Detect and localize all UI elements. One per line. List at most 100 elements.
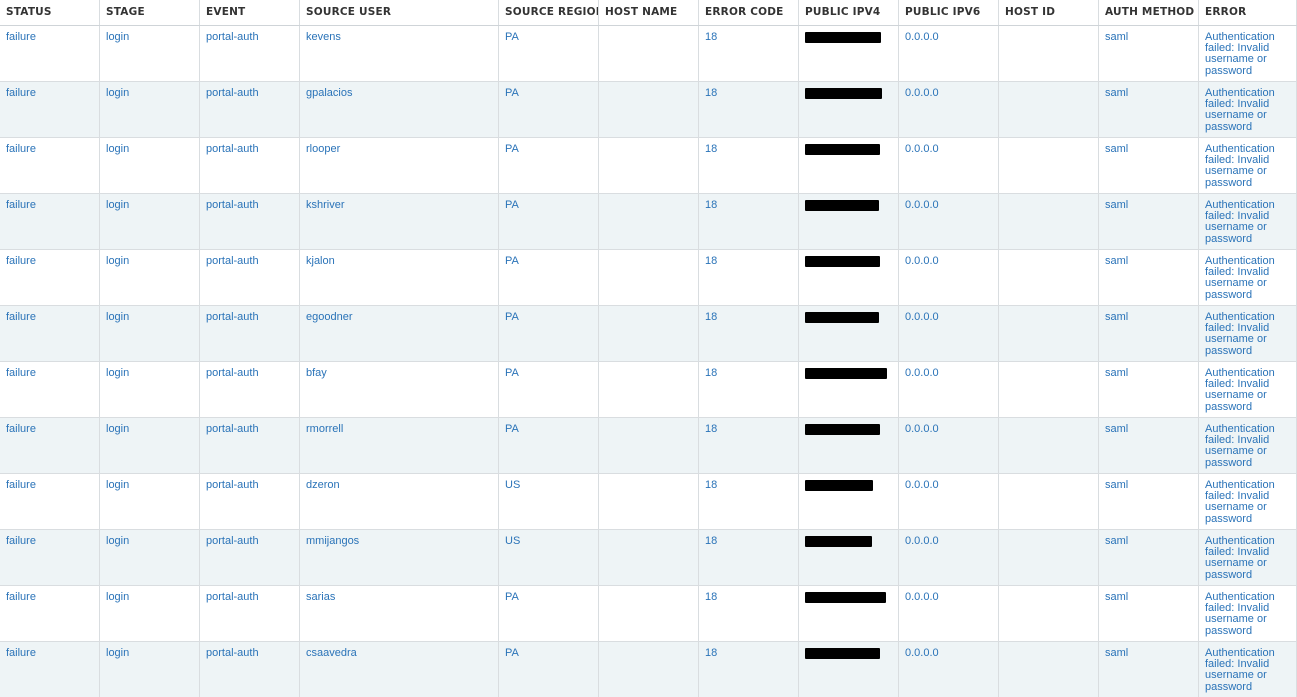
error-cell[interactable]: Authentication failed: Invalid username …: [1199, 530, 1297, 585]
source-region-cell[interactable]: US: [499, 530, 599, 585]
stage-cell[interactable]: login: [100, 250, 200, 305]
status-cell[interactable]: failure: [0, 418, 100, 473]
auth-method-column-header[interactable]: AUTH METHOD: [1099, 0, 1199, 25]
status-cell[interactable]: failure: [0, 642, 100, 697]
source-region-cell[interactable]: PA: [499, 250, 599, 305]
source-user-cell[interactable]: kjalon: [300, 250, 499, 305]
table-row[interactable]: failure login portal-auth dzeron US 18 0.0.0.0…: [0, 474, 1297, 530]
error-code-cell[interactable]: 18: [699, 306, 799, 361]
event-cell[interactable]: portal-auth: [200, 530, 300, 585]
stage-cell[interactable]: login: [100, 530, 200, 585]
error-code-cell[interactable]: 18: [699, 82, 799, 137]
event-cell[interactable]: portal-auth: [200, 418, 300, 473]
source-user-cell[interactable]: rmorrell: [300, 418, 499, 473]
status-cell[interactable]: failure: [0, 194, 100, 249]
public-ipv6-column-header[interactable]: PUBLIC IPV6: [899, 0, 999, 25]
status-cell[interactable]: failure: [0, 138, 100, 193]
auth-method-cell[interactable]: saml: [1099, 362, 1199, 417]
stage-cell[interactable]: login: [100, 26, 200, 81]
source-region-cell[interactable]: PA: [499, 26, 599, 81]
event-cell[interactable]: portal-auth: [200, 474, 300, 529]
source-user-cell[interactable]: kshriver: [300, 194, 499, 249]
status-cell[interactable]: failure: [0, 530, 100, 585]
status-column-header[interactable]: STATUS: [0, 0, 100, 25]
source-user-cell[interactable]: mmijangos: [300, 530, 499, 585]
source-user-cell[interactable]: csaavedra: [300, 642, 499, 697]
public-ipv6-cell[interactable]: 0.0.0.0: [899, 194, 999, 249]
public-ipv4-column-header[interactable]: PUBLIC IPV4: [799, 0, 899, 25]
table-row[interactable]: failure login portal-auth egoodner PA 18 0.0.0…: [0, 306, 1297, 362]
auth-method-cell[interactable]: saml: [1099, 474, 1199, 529]
auth-method-cell[interactable]: saml: [1099, 642, 1199, 697]
error-cell[interactable]: Authentication failed: Invalid username …: [1199, 250, 1297, 305]
table-row[interactable]: failure login portal-auth kjalon PA 18 0.0.0.0…: [0, 250, 1297, 306]
stage-cell[interactable]: login: [100, 138, 200, 193]
public-ipv6-cell[interactable]: 0.0.0.0: [899, 474, 999, 529]
source-user-cell[interactable]: egoodner: [300, 306, 499, 361]
table-row[interactable]: failure login portal-auth bfay PA 18 0.0.0.0 sa…: [0, 362, 1297, 418]
source-user-cell[interactable]: gpalacios: [300, 82, 499, 137]
table-row[interactable]: failure login portal-auth sarias PA 18 0.0.0.0…: [0, 586, 1297, 642]
auth-method-cell[interactable]: saml: [1099, 26, 1199, 81]
stage-cell[interactable]: login: [100, 586, 200, 641]
error-cell[interactable]: Authentication failed: Invalid username …: [1199, 642, 1297, 697]
source-user-cell[interactable]: kevens: [300, 26, 499, 81]
host-id-column-header[interactable]: HOST ID: [999, 0, 1099, 25]
error-cell[interactable]: Authentication failed: Invalid username …: [1199, 194, 1297, 249]
auth-method-cell[interactable]: saml: [1099, 530, 1199, 585]
source-user-column-header[interactable]: SOURCE USER: [300, 0, 499, 25]
error-code-cell[interactable]: 18: [699, 138, 799, 193]
auth-method-cell[interactable]: saml: [1099, 586, 1199, 641]
public-ipv6-cell[interactable]: 0.0.0.0: [899, 362, 999, 417]
error-cell[interactable]: Authentication failed: Invalid username …: [1199, 26, 1297, 81]
error-code-cell[interactable]: 18: [699, 642, 799, 697]
error-code-cell[interactable]: 18: [699, 362, 799, 417]
error-code-cell[interactable]: 18: [699, 530, 799, 585]
source-region-cell[interactable]: PA: [499, 418, 599, 473]
source-region-cell[interactable]: PA: [499, 586, 599, 641]
status-cell[interactable]: failure: [0, 26, 100, 81]
auth-method-cell[interactable]: saml: [1099, 82, 1199, 137]
public-ipv6-cell[interactable]: 0.0.0.0: [899, 82, 999, 137]
error-code-column-header[interactable]: ERROR CODE: [699, 0, 799, 25]
stage-cell[interactable]: login: [100, 194, 200, 249]
stage-cell[interactable]: login: [100, 418, 200, 473]
error-cell[interactable]: Authentication failed: Invalid username …: [1199, 586, 1297, 641]
public-ipv6-cell[interactable]: 0.0.0.0: [899, 26, 999, 81]
public-ipv6-cell[interactable]: 0.0.0.0: [899, 586, 999, 641]
auth-method-cell[interactable]: saml: [1099, 250, 1199, 305]
stage-column-header[interactable]: STAGE: [100, 0, 200, 25]
source-region-cell[interactable]: PA: [499, 82, 599, 137]
auth-method-cell[interactable]: saml: [1099, 194, 1199, 249]
error-code-cell[interactable]: 18: [699, 474, 799, 529]
error-cell[interactable]: Authentication failed: Invalid username …: [1199, 306, 1297, 361]
auth-method-cell[interactable]: saml: [1099, 138, 1199, 193]
source-region-column-header[interactable]: SOURCE REGION: [499, 0, 599, 25]
status-cell[interactable]: failure: [0, 362, 100, 417]
source-user-cell[interactable]: dzeron: [300, 474, 499, 529]
public-ipv6-cell[interactable]: 0.0.0.0: [899, 530, 999, 585]
error-cell[interactable]: Authentication failed: Invalid username …: [1199, 82, 1297, 137]
source-region-cell[interactable]: PA: [499, 642, 599, 697]
event-cell[interactable]: portal-auth: [200, 250, 300, 305]
error-column-header[interactable]: ERROR: [1199, 0, 1297, 25]
table-row[interactable]: failure login portal-auth rlooper PA 18 0.0.0.…: [0, 138, 1297, 194]
stage-cell[interactable]: login: [100, 362, 200, 417]
source-user-cell[interactable]: bfay: [300, 362, 499, 417]
auth-method-cell[interactable]: saml: [1099, 418, 1199, 473]
event-cell[interactable]: portal-auth: [200, 362, 300, 417]
public-ipv6-cell[interactable]: 0.0.0.0: [899, 138, 999, 193]
error-cell[interactable]: Authentication failed: Invalid username …: [1199, 474, 1297, 529]
table-row[interactable]: failure login portal-auth mmijangos US 18 0.0.…: [0, 530, 1297, 586]
error-code-cell[interactable]: 18: [699, 586, 799, 641]
event-cell[interactable]: portal-auth: [200, 82, 300, 137]
public-ipv6-cell[interactable]: 0.0.0.0: [899, 418, 999, 473]
event-column-header[interactable]: EVENT: [200, 0, 300, 25]
stage-cell[interactable]: login: [100, 642, 200, 697]
source-user-cell[interactable]: rlooper: [300, 138, 499, 193]
source-region-cell[interactable]: PA: [499, 306, 599, 361]
status-cell[interactable]: failure: [0, 474, 100, 529]
table-row[interactable]: failure login portal-auth kshriver PA 18 0.0.0…: [0, 194, 1297, 250]
source-region-cell[interactable]: PA: [499, 138, 599, 193]
error-cell[interactable]: Authentication failed: Invalid username …: [1199, 138, 1297, 193]
